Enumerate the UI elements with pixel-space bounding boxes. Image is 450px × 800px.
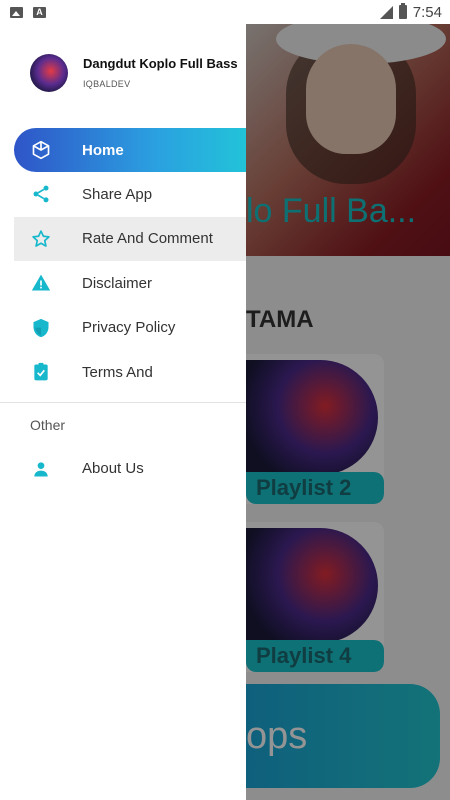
- app-avatar: [30, 54, 68, 92]
- menu-item-disclaimer[interactable]: Disclaimer: [0, 261, 246, 306]
- signal-icon: [379, 5, 393, 19]
- star-icon: [30, 228, 52, 250]
- menu-item-privacy-policy[interactable]: Privacy Policy: [0, 306, 246, 351]
- menu-item-label: About Us: [82, 460, 144, 478]
- clipboard-check-icon: [30, 361, 52, 383]
- status-bar: A 7:54: [0, 0, 450, 24]
- menu-item-share-app[interactable]: Share App: [0, 172, 246, 217]
- drawer-header: Dangdut Koplo Full Bass IQBALDEV: [0, 24, 246, 120]
- developer-name: IQBALDEV: [83, 79, 131, 89]
- menu-item-rate-and-comment[interactable]: Rate And Comment: [14, 216, 246, 261]
- menu-item-about-us[interactable]: About Us: [0, 447, 246, 492]
- menu-item-terms[interactable]: Terms And: [0, 350, 246, 395]
- a-icon: A: [33, 6, 46, 18]
- image-icon: [10, 6, 23, 18]
- section-label-other: Other: [30, 416, 66, 433]
- menu-item-label: Rate And Comment: [82, 230, 213, 248]
- menu-item-label: Share App: [82, 185, 153, 203]
- drawer-menu: Home Share App Rate And Comment Disclaim…: [0, 128, 246, 491]
- menu-item-home[interactable]: Home: [14, 128, 246, 172]
- menu-item-label: Home: [82, 141, 124, 159]
- menu-item-label: Disclaimer: [82, 274, 153, 292]
- app-title: Dangdut Koplo Full Bass: [83, 56, 238, 71]
- person-icon: [30, 458, 52, 480]
- menu-item-label: Terms And: [82, 363, 153, 381]
- menu-item-label: Privacy Policy: [82, 319, 176, 337]
- shield-icon: [30, 317, 52, 339]
- battery-icon: [398, 3, 407, 19]
- status-time: 7:54: [412, 3, 442, 21]
- cube-icon: [30, 139, 52, 161]
- share-icon: [30, 183, 52, 205]
- warning-icon: [30, 272, 52, 294]
- navigation-drawer: Dangdut Koplo Full Bass IQBALDEV Home Sh…: [0, 24, 246, 800]
